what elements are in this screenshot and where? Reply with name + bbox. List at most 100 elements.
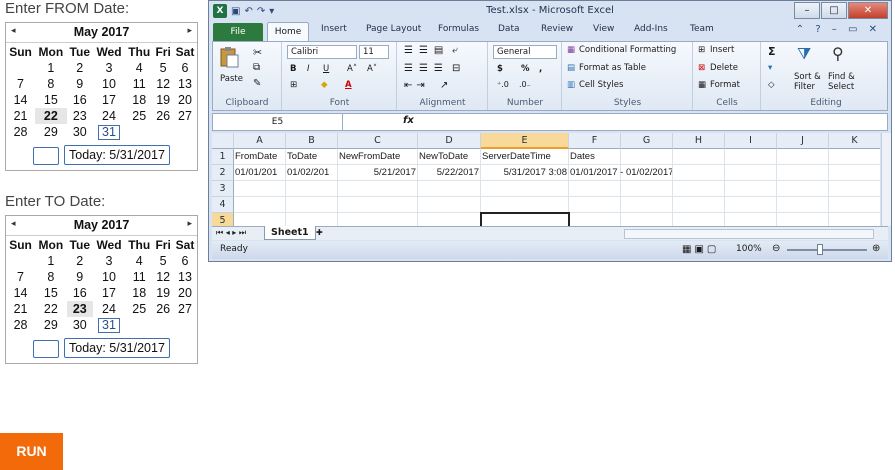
tab-view[interactable]: View bbox=[593, 24, 614, 34]
calendar-day[interactable]: 13 bbox=[173, 76, 197, 92]
cell-a1[interactable]: FromDate bbox=[234, 149, 286, 165]
calendar-day[interactable]: 9 bbox=[67, 269, 93, 285]
tab-file[interactable]: File bbox=[213, 23, 263, 41]
wrap-text-icon[interactable]: ⤶ bbox=[452, 45, 458, 56]
font-color-icon[interactable]: A bbox=[345, 80, 352, 90]
cell-i2[interactable] bbox=[725, 165, 777, 181]
cell-b3[interactable] bbox=[286, 181, 338, 197]
calendar-day[interactable]: 28 bbox=[6, 124, 35, 140]
merge-center-icon[interactable]: ⊟ bbox=[452, 63, 460, 74]
cell-i3[interactable] bbox=[725, 181, 777, 197]
close-button[interactable]: ✕ bbox=[848, 2, 888, 19]
cell-i4[interactable] bbox=[725, 197, 777, 213]
calendar-day[interactable]: 25 bbox=[125, 301, 153, 317]
next-month-icon[interactable]: ▸ bbox=[187, 25, 192, 36]
horizontal-scrollbar[interactable] bbox=[624, 229, 874, 239]
autosum-button[interactable]: Σ bbox=[768, 45, 776, 58]
cell-k5[interactable] bbox=[829, 213, 880, 226]
calendar-day[interactable]: 8 bbox=[35, 269, 67, 285]
cell-g2[interactable] bbox=[621, 165, 673, 181]
cell-j2[interactable] bbox=[777, 165, 829, 181]
underline-button[interactable]: U bbox=[323, 64, 329, 74]
indent-icons[interactable]: ⇤⇥ bbox=[404, 80, 429, 91]
row-header[interactable]: 3 bbox=[212, 181, 234, 197]
conditional-formatting-button[interactable]: Conditional Formatting bbox=[579, 45, 676, 55]
calendar-day[interactable]: 3 bbox=[93, 60, 125, 76]
calendar-day[interactable]: 3 bbox=[93, 253, 125, 269]
calendar-day[interactable]: 26 bbox=[153, 301, 173, 317]
borders-icon[interactable]: ⊞ bbox=[290, 80, 297, 90]
cell-i1[interactable] bbox=[725, 149, 777, 165]
calendar-day[interactable]: 15 bbox=[35, 92, 67, 108]
cell-styles-button[interactable]: Cell Styles bbox=[579, 80, 623, 90]
paste-button[interactable]: Paste bbox=[220, 74, 243, 84]
row-header[interactable]: 2 bbox=[212, 165, 234, 181]
fill-icon[interactable]: ▾ bbox=[768, 63, 772, 73]
cell-g4[interactable] bbox=[621, 197, 673, 213]
cell-g5[interactable] bbox=[621, 213, 673, 226]
calendar-day[interactable]: 12 bbox=[153, 269, 173, 285]
calendar-day[interactable]: 11 bbox=[125, 269, 153, 285]
calendar-day[interactable]: 21 bbox=[6, 108, 35, 124]
cell-b1[interactable]: ToDate bbox=[286, 149, 338, 165]
calendar-day[interactable]: 15 bbox=[35, 285, 67, 301]
cell-g3[interactable] bbox=[621, 181, 673, 197]
format-cells-button[interactable]: Format bbox=[710, 80, 740, 90]
calendar-day[interactable]: 19 bbox=[153, 285, 173, 301]
insert-function-button[interactable]: fx bbox=[403, 115, 414, 126]
calendar-day[interactable]: 17 bbox=[93, 92, 125, 108]
cell-j4[interactable] bbox=[777, 197, 829, 213]
column-header[interactable]: A bbox=[234, 133, 286, 149]
row-header[interactable]: 4 bbox=[212, 197, 234, 213]
cell-a3[interactable] bbox=[234, 181, 286, 197]
calendar-day[interactable]: 22 bbox=[35, 108, 67, 124]
cell-k1[interactable] bbox=[829, 149, 880, 165]
calendar-day[interactable]: 4 bbox=[125, 60, 153, 76]
font-name-box[interactable]: Calibri bbox=[287, 45, 357, 59]
cell-e4[interactable] bbox=[481, 197, 569, 213]
cell-h1[interactable] bbox=[673, 149, 725, 165]
calendar-day[interactable]: 11 bbox=[125, 76, 153, 92]
cell-k2[interactable] bbox=[829, 165, 880, 181]
row-header[interactable]: 5 bbox=[212, 213, 234, 226]
cell-j3[interactable] bbox=[777, 181, 829, 197]
find-select-label-1[interactable]: Find & bbox=[828, 72, 855, 82]
calendar-day[interactable]: 21 bbox=[6, 301, 35, 317]
sheet-tab-sheet1[interactable]: Sheet1 bbox=[264, 226, 316, 240]
calendar-day[interactable]: 25 bbox=[125, 108, 153, 124]
cell-h2[interactable] bbox=[673, 165, 725, 181]
help-icon[interactable]: ⌃ ? – ▭ ✕ bbox=[796, 24, 881, 35]
view-buttons-icon[interactable]: ▦▣▢ bbox=[682, 244, 719, 255]
column-header[interactable]: I bbox=[725, 133, 777, 149]
cell-c3[interactable] bbox=[338, 181, 418, 197]
calendar-day[interactable]: 5 bbox=[153, 253, 173, 269]
find-select-label-2[interactable]: Select bbox=[828, 82, 854, 92]
row-header[interactable]: 1 bbox=[212, 149, 234, 165]
tab-page-layout[interactable]: Page Layout bbox=[366, 24, 421, 34]
today-button[interactable]: Today: 5/31/2017 bbox=[64, 145, 170, 165]
cell-a5[interactable] bbox=[234, 213, 286, 226]
decrease-decimal-icon[interactable]: .0₋ bbox=[519, 80, 531, 89]
increase-decimal-icon[interactable]: ⁺.0 bbox=[497, 80, 509, 89]
calendar-day[interactable]: 26 bbox=[153, 108, 173, 124]
calendar-day[interactable]: 2 bbox=[67, 253, 93, 269]
calendar-day[interactable]: 24 bbox=[93, 108, 125, 124]
clear-date-button[interactable] bbox=[33, 147, 59, 165]
calendar-day[interactable]: 30 bbox=[67, 124, 93, 140]
currency-button[interactable]: $ bbox=[497, 64, 503, 74]
calendar-day[interactable]: 8 bbox=[35, 76, 67, 92]
paste-icon[interactable] bbox=[219, 46, 239, 68]
tab-data[interactable]: Data bbox=[498, 24, 520, 34]
copy-icon[interactable]: ⧉ bbox=[253, 62, 260, 73]
cell-f4[interactable] bbox=[569, 197, 621, 213]
calendar-day[interactable]: 23 bbox=[66, 301, 93, 317]
cell-c4[interactable] bbox=[338, 197, 418, 213]
zoom-slider-thumb[interactable] bbox=[817, 244, 823, 255]
cell-c5[interactable] bbox=[338, 213, 418, 226]
tab-review[interactable]: Review bbox=[541, 24, 573, 34]
column-header[interactable]: H bbox=[673, 133, 725, 149]
cell-b5[interactable] bbox=[286, 213, 338, 226]
clear-date-button[interactable] bbox=[33, 340, 59, 358]
calendar-day[interactable]: 20 bbox=[173, 285, 197, 301]
zoom-out-icon[interactable]: ⊖ bbox=[772, 243, 780, 254]
